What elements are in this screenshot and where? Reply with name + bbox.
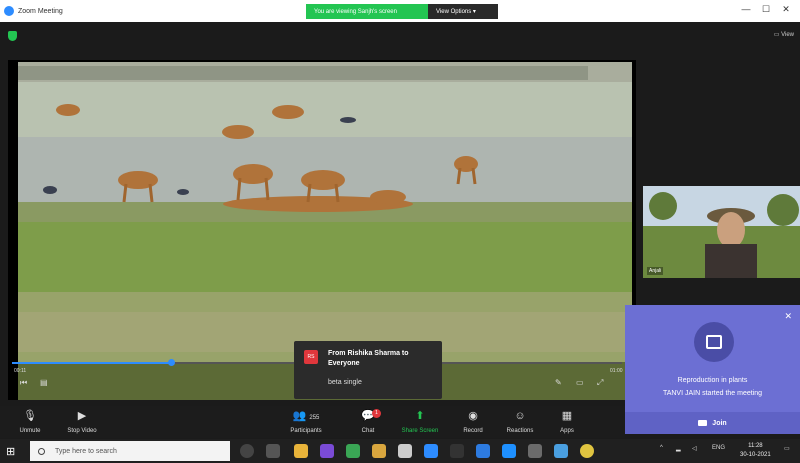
security-shield-icon[interactable] xyxy=(8,31,17,41)
file-explorer-icon[interactable] xyxy=(372,444,386,458)
edge-icon[interactable] xyxy=(502,444,516,458)
view-toggle-button[interactable]: ▭ View xyxy=(774,31,794,38)
chat-label: Chat xyxy=(361,428,375,434)
chat-unread-badge: 1 xyxy=(372,409,381,418)
participant-video-image xyxy=(643,186,800,278)
clock-time: 11:28 xyxy=(748,443,763,449)
chat-notification-popup[interactable]: RS From Rishika Sharma to Everyone beta … xyxy=(294,341,442,399)
chat-icon: 💬 xyxy=(361,410,375,422)
meeting-toolbar: 🎙 Unmute ▶ Stop Video 👥 255 Participants… xyxy=(0,406,625,438)
calendar-icon xyxy=(694,322,734,362)
notification-center-icon[interactable]: ▭ xyxy=(784,445,790,452)
chat-sender: From Rishika Sharma to Everyone xyxy=(328,350,409,367)
chrome-icon[interactable] xyxy=(294,444,308,458)
video-edit-icon[interactable]: ✎ xyxy=(555,378,562,387)
zoom-taskbar-icon[interactable] xyxy=(424,444,438,458)
unmute-label: Unmute xyxy=(19,428,41,434)
app-icon-6[interactable] xyxy=(528,444,542,458)
chat-button[interactable]: 💬 1 Chat xyxy=(338,409,398,434)
share-screen-icon: ⬆ xyxy=(415,410,425,422)
video-current-time: 00:11 xyxy=(14,368,27,374)
participants-button[interactable]: 👥 255 Participants xyxy=(276,409,336,434)
app-icon-3[interactable] xyxy=(398,444,412,458)
zoom-app-icon xyxy=(4,6,14,16)
video-fullscreen-icon[interactable]: ⤢ xyxy=(597,378,603,388)
search-placeholder: Type here to search xyxy=(55,447,117,455)
apps-icon: ▦ xyxy=(561,410,573,422)
tray-volume-icon[interactable]: ◁ xyxy=(692,445,697,452)
viewing-banner: You are viewing Sanjh's screen View Opti… xyxy=(306,4,498,19)
stop-video-label: Stop Video xyxy=(67,428,97,434)
taskbar-search-box[interactable]: Type here to search xyxy=(30,441,230,461)
participant-video-tile[interactable]: Anjali xyxy=(643,186,800,278)
maximize-button[interactable]: ☐ xyxy=(759,4,773,15)
video-total-time: 01:00 xyxy=(610,368,623,374)
notification-title: Reproduction in plants xyxy=(677,377,748,384)
unmute-button[interactable]: 🎙 Unmute xyxy=(0,409,60,434)
video-seek-handle[interactable] xyxy=(167,359,175,366)
video-settings-icon[interactable]: ▭ xyxy=(576,378,584,387)
share-screen-button[interactable]: ⬆ Share Screen xyxy=(390,409,450,434)
participants-icon: 👥 255 xyxy=(292,410,320,422)
app-icon-2[interactable] xyxy=(346,444,360,458)
window-title: Zoom Meeting xyxy=(18,7,63,15)
search-icon xyxy=(38,447,45,455)
windows-start-icon[interactable]: ⊞ xyxy=(6,445,15,458)
app-icon-8[interactable] xyxy=(580,444,594,458)
stop-video-button[interactable]: ▶ Stop Video xyxy=(52,409,112,434)
apps-button[interactable]: ▦ Apps xyxy=(537,409,597,434)
join-label: Join xyxy=(712,419,727,427)
participants-label: Participants xyxy=(290,428,322,434)
share-screen-label: Share Screen xyxy=(401,428,439,434)
taskbar-clock[interactable]: 11:28 30-10-2021 xyxy=(740,442,771,460)
zoom-meeting-window: Zoom Meeting You are viewing Sanjh's scr… xyxy=(0,0,800,463)
join-meeting-button[interactable]: Join xyxy=(625,412,800,434)
tray-network-icon[interactable]: ▂ xyxy=(676,445,681,452)
minimize-button[interactable]: — xyxy=(739,4,753,14)
notification-subtitle: TANVI JAIN started the meeting xyxy=(662,390,763,397)
app-icon-5[interactable] xyxy=(476,444,490,458)
chat-sender-avatar: RS xyxy=(304,350,318,364)
app-icon-4[interactable] xyxy=(450,444,464,458)
windows-taskbar: ⊞ Type here to search ^ ▂ ◁ ENG 11:28 30… xyxy=(0,439,800,463)
notification-close-icon[interactable]: ✕ xyxy=(784,311,792,322)
video-progress-fill xyxy=(12,362,171,364)
tray-chevron-icon[interactable]: ^ xyxy=(660,445,663,451)
video-play-icon[interactable]: ⏮ xyxy=(20,378,27,388)
cortana-icon[interactable] xyxy=(240,444,254,458)
apps-label: Apps xyxy=(560,428,574,434)
mic-muted-icon: 🎙 xyxy=(23,410,37,422)
app-icon-1[interactable] xyxy=(320,444,334,458)
chat-message: beta single xyxy=(328,379,362,386)
clock-date: 30-10-2021 xyxy=(740,452,771,458)
close-button[interactable]: ✕ xyxy=(779,4,793,15)
video-caption-icon[interactable]: ▤ xyxy=(40,378,48,387)
viewing-screen-label: You are viewing Sanjh's screen xyxy=(306,4,428,19)
language-indicator[interactable]: ENG xyxy=(712,445,725,451)
video-icon: ▶ xyxy=(77,410,87,422)
view-options-button[interactable]: View Options ▾ xyxy=(428,4,498,19)
participant-name: Anjali xyxy=(647,267,664,275)
participants-count: 255 xyxy=(309,415,320,421)
app-icon-7[interactable] xyxy=(554,444,568,458)
camera-icon xyxy=(698,420,708,426)
task-view-icon[interactable] xyxy=(266,444,280,458)
